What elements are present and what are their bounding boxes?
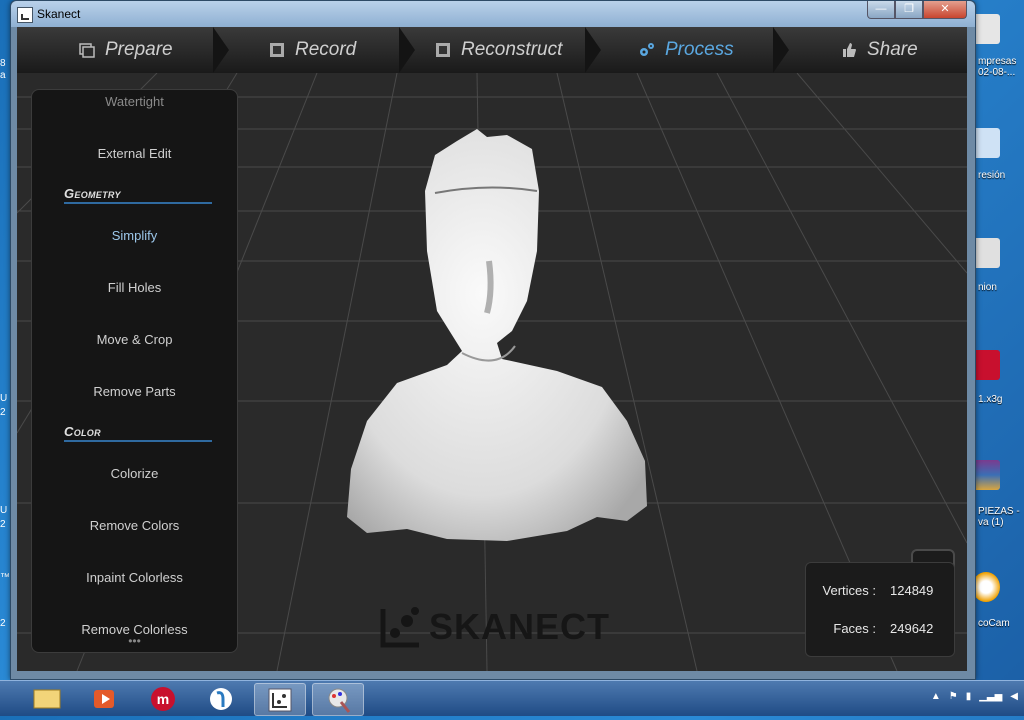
skanect-icon [268, 688, 292, 712]
scanned-bust-model[interactable] [327, 121, 657, 549]
thumbs-up-icon [843, 43, 856, 57]
system-tray: ▲ ⚑ ▮ ▁▃▅ ◀ [931, 691, 1018, 702]
simplify-button[interactable]: Simplify [32, 228, 237, 243]
taskbar-explorer[interactable] [22, 683, 72, 714]
tab-prepare[interactable]: Prepare [79, 27, 173, 73]
taskbar-media[interactable] [80, 683, 130, 714]
desktop-icon-label: coCam [978, 618, 1010, 629]
desktop-icons-right: mpresas 02-08-... resión nion 1.x3g PIEZ… [972, 0, 1024, 680]
more-indicator[interactable]: ••• [32, 634, 237, 648]
desktop-file-icon[interactable] [972, 14, 1000, 44]
makerbot-icon[interactable] [972, 350, 1000, 380]
app-icon [210, 688, 232, 710]
nav-separator [773, 27, 789, 73]
colorize-button[interactable]: Colorize [32, 466, 237, 481]
skanect-window: Skanect — ❐ ✕ Prepare Record Reconstruct [10, 0, 976, 680]
move-crop-button[interactable]: Move & Crop [32, 332, 237, 347]
desktop-icon-label: nion [978, 282, 997, 293]
section-geometry: Geometry [64, 186, 212, 204]
desktop-file-icon[interactable] [972, 238, 1000, 268]
svg-text:m: m [157, 691, 169, 707]
network-icon[interactable]: ▮ [966, 691, 972, 702]
skanect-app-icon [17, 7, 33, 23]
desktop-icon-label: mpresas 02-08-... [978, 56, 1017, 78]
tab-record[interactable]: Record [269, 27, 356, 73]
makerbot-icon: m [151, 687, 175, 711]
tab-share[interactable]: Share [841, 27, 918, 73]
show-hidden-icon[interactable]: ▲ [931, 691, 941, 702]
flag-icon[interactable]: ⚑ [949, 691, 958, 702]
skanect-logo-text: SKANECT [429, 606, 611, 647]
nav-separator [399, 27, 415, 73]
desktop-icon-label: U [0, 393, 8, 404]
desktop-icon-label: 2 [0, 519, 6, 530]
desktop-icon-label: ™ [0, 572, 10, 583]
taskbar: m ▲ ⚑ ▮ ▁▃▅ ◀ [0, 680, 1024, 716]
desktop-icon-label: PIEZAS - va (1) [978, 506, 1020, 528]
vertices-value: 124849 [890, 583, 934, 598]
external-edit-button[interactable]: External Edit [32, 146, 237, 161]
gears-icon [640, 43, 654, 56]
watertight-button[interactable]: Watertight [32, 94, 237, 109]
window-title: Skanect [37, 7, 81, 21]
taskbar-makerbot[interactable]: m [138, 683, 188, 714]
taskbar-skanect[interactable] [254, 683, 306, 716]
desktop-file-icon[interactable] [972, 128, 1000, 158]
paint-icon [328, 688, 351, 713]
folder-icon [33, 689, 61, 709]
tab-process[interactable]: Process [639, 27, 734, 73]
minimize-button[interactable]: — [867, 1, 895, 19]
section-color: Color [64, 424, 212, 442]
process-tools-panel: Watertight External Edit Geometry Simpli… [31, 89, 238, 653]
webcam-icon[interactable] [972, 572, 1000, 602]
tab-reconstruct[interactable]: Reconstruct [435, 27, 562, 73]
close-button[interactable]: ✕ [923, 1, 967, 19]
desktop-icon-label: a [0, 70, 6, 81]
prepare-icon [79, 43, 95, 58]
desktop-icon-label: 2 [0, 618, 6, 629]
archive-icon[interactable] [972, 460, 1000, 490]
remove-parts-button[interactable]: Remove Parts [32, 384, 237, 399]
tab-label: Process [665, 39, 734, 60]
volume-icon[interactable]: ◀ [1010, 691, 1018, 702]
window-controls: — ❐ ✕ [867, 1, 967, 19]
desktop-icon-label: resión [978, 170, 1006, 181]
vertices-label: Vertices : [822, 583, 876, 598]
workflow-nav: Prepare Record Reconstruct Process Share [17, 27, 967, 73]
desktop-icon-label: 1.x3g [978, 394, 1003, 405]
taskbar-paint[interactable] [312, 683, 364, 716]
inpaint-colorless-button[interactable]: Inpaint Colorless [32, 570, 237, 585]
nav-separator [213, 27, 229, 73]
faces-label: Faces : [833, 621, 876, 636]
tab-label: Prepare [105, 39, 173, 60]
film-icon [270, 43, 284, 57]
signal-icon[interactable]: ▁▃▅ [979, 691, 1002, 702]
nav-separator [585, 27, 601, 73]
desktop-icon-label: 8 [0, 58, 6, 69]
tab-label: Share [867, 39, 918, 60]
faces-value: 249642 [890, 621, 934, 636]
remove-colors-button[interactable]: Remove Colors [32, 518, 237, 533]
tab-label: Reconstruct [461, 39, 563, 60]
fill-holes-button[interactable]: Fill Holes [32, 280, 237, 295]
film-icon [436, 43, 450, 57]
app-content: Prepare Record Reconstruct Process Share [17, 27, 967, 671]
maximize-button[interactable]: ❐ [895, 1, 923, 19]
skanect-logo-icon [380, 607, 419, 648]
title-bar[interactable]: Skanect — ❐ ✕ [11, 1, 975, 27]
media-player-icon [94, 690, 114, 708]
desktop-icon-label: U [0, 505, 8, 516]
desktop-icon-label: 2 [0, 407, 6, 418]
mesh-stats-panel: Vertices : 124849 Faces : 249642 [805, 562, 955, 657]
tab-label: Record [295, 39, 357, 60]
taskbar-app[interactable] [196, 683, 246, 714]
skanect-logo: SKANECT [379, 603, 610, 651]
